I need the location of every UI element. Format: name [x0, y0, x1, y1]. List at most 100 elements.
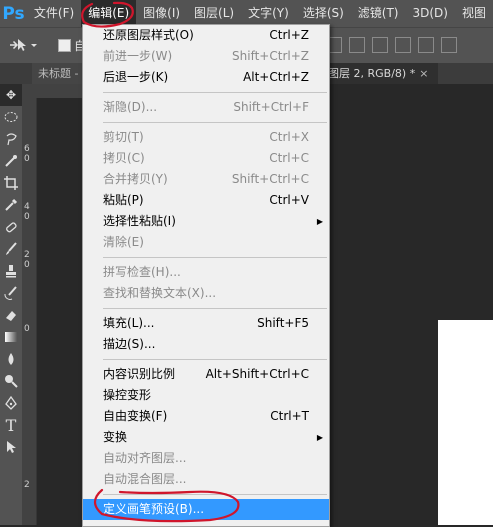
- brush-icon[interactable]: [0, 238, 22, 260]
- menu-separator: [83, 118, 329, 127]
- tab-active-document[interactable]: 图层 2, RGB/8) * ×: [326, 63, 438, 84]
- menu-item-auto-blend-layers[interactable]: 自动混合图层...: [83, 469, 329, 490]
- menu-separator: [83, 490, 329, 499]
- menu-item-fill[interactable]: 填充(L)... Shift+F5: [83, 313, 329, 334]
- align-center-icon[interactable]: [418, 37, 434, 53]
- menu-layer[interactable]: 图层(L): [187, 0, 241, 27]
- menu-item-label: 自动对齐图层...: [103, 451, 187, 465]
- menu-item-label: 自动混合图层...: [103, 472, 187, 486]
- menu-item-shortcut: Alt+Shift+Ctrl+C: [205, 367, 309, 381]
- menu-item-shortcut: Ctrl+Z: [269, 28, 309, 42]
- ruler-label: 0: [24, 324, 30, 334]
- menu-item-step-backward[interactable]: 后退一步(K) Alt+Ctrl+Z: [83, 67, 329, 88]
- menu-item-label: 剪切(T): [103, 130, 144, 144]
- marquee-icon[interactable]: [0, 106, 22, 128]
- menu-item-shortcut: Ctrl+T: [270, 409, 309, 423]
- menu-item-content-aware-scale[interactable]: 内容识别比例 Alt+Shift+Ctrl+C: [83, 364, 329, 385]
- menu-separator: [83, 253, 329, 262]
- lasso-icon[interactable]: [0, 128, 22, 150]
- gradient-icon[interactable]: [0, 326, 22, 348]
- menu-separator: [83, 304, 329, 313]
- menu-type[interactable]: 文字(Y): [241, 0, 296, 27]
- submenu-arrow-icon: ▶: [316, 217, 323, 226]
- menu-item-label: 前进一步(W): [103, 49, 173, 63]
- path-select-icon[interactable]: [0, 436, 22, 458]
- move-tool-icon[interactable]: [8, 36, 37, 54]
- ruler-label: 0: [24, 260, 30, 270]
- menu-item-shortcut: Shift+Ctrl+F: [233, 100, 309, 114]
- menu-item-shortcut: Shift+Ctrl+Z: [232, 49, 309, 63]
- document-canvas[interactable]: [438, 320, 493, 525]
- type-icon[interactable]: T: [0, 414, 22, 436]
- menu-item-auto-align-layers[interactable]: 自动对齐图层...: [83, 448, 329, 469]
- align-right-icon[interactable]: [441, 37, 457, 53]
- tab-active-label: 图层 2, RGB/8) *: [328, 67, 416, 80]
- horizontal-ruler: [36, 84, 86, 98]
- menu-item-label: 操控变形: [103, 388, 152, 402]
- menu-item-find-replace[interactable]: 查找和替换文本(X)...: [83, 283, 329, 304]
- clone-stamp-icon[interactable]: [0, 260, 22, 282]
- eyedropper-icon[interactable]: [0, 194, 22, 216]
- menu-item-shortcut: Shift+Ctrl+C: [231, 172, 309, 186]
- menu-item-copy-merged[interactable]: 合并拷贝(Y) Shift+Ctrl+C: [83, 169, 329, 190]
- submenu-arrow-icon: ▶: [316, 433, 323, 442]
- menu-filter[interactable]: 滤镜(T): [351, 0, 406, 27]
- menu-item-spell-check[interactable]: 拼写检查(H)...: [83, 262, 329, 283]
- align-icons: [326, 37, 457, 53]
- menu-item-label: 合并拷贝(Y): [103, 172, 168, 186]
- pen-icon[interactable]: [0, 392, 22, 414]
- menu-item-puppet-warp[interactable]: 操控变形: [83, 385, 329, 406]
- menu-item-stroke[interactable]: 描边(S)...: [83, 334, 329, 355]
- menu-item-define-brush-preset[interactable]: 定义画笔预设(B)...: [83, 499, 329, 520]
- healing-brush-icon[interactable]: [0, 216, 22, 238]
- menu-item-label: 自由变换(F): [103, 409, 168, 423]
- align-middle-icon[interactable]: [349, 37, 365, 53]
- menu-item-label: 描边(S)...: [103, 337, 156, 351]
- menu-item-cut[interactable]: 剪切(T) Ctrl+X: [83, 127, 329, 148]
- menu-file[interactable]: 文件(F): [27, 0, 81, 27]
- menu-item-label: 渐隐(D)...: [103, 100, 158, 114]
- menu-item-label: 定义画笔预设(B)...: [103, 502, 205, 516]
- menu-item-label: 内容识别比例: [103, 367, 176, 381]
- quick-select-icon[interactable]: [0, 150, 22, 172]
- menu-separator: [83, 355, 329, 364]
- menu-item-copy[interactable]: 拷贝(C) Ctrl+C: [83, 148, 329, 169]
- menu-edit[interactable]: 编辑(E): [81, 0, 137, 27]
- auto-select-checkbox[interactable]: [58, 39, 71, 52]
- menu-3d[interactable]: 3D(D): [406, 0, 455, 27]
- ruler-label: 6: [24, 144, 30, 154]
- menu-item-clear[interactable]: 清除(E): [83, 232, 329, 253]
- history-brush-icon[interactable]: [0, 282, 22, 304]
- ruler-label: 0: [24, 212, 30, 222]
- move-icon[interactable]: ✥: [0, 84, 22, 106]
- ruler-label: 4: [24, 202, 30, 212]
- menu-item-step-forward[interactable]: 前进一步(W) Shift+Ctrl+Z: [83, 46, 329, 67]
- eraser-icon[interactable]: [0, 304, 22, 326]
- menu-image[interactable]: 图像(I): [136, 0, 187, 27]
- menu-item-shortcut: Ctrl+V: [269, 193, 309, 207]
- menu-item-paste-special[interactable]: 选择性粘贴(I) ▶: [83, 211, 329, 232]
- menu-item-label: 拷贝(C): [103, 151, 145, 165]
- blur-icon[interactable]: [0, 348, 22, 370]
- align-bottom-icon[interactable]: [372, 37, 388, 53]
- menu-item-label: 拼写检查(H)...: [103, 265, 181, 279]
- menu-item-label: 变换: [103, 430, 128, 444]
- menu-item-label: 粘贴(P): [103, 193, 144, 207]
- menu-separator: [83, 88, 329, 97]
- tools-panel: ✥ T: [0, 84, 23, 525]
- crop-icon[interactable]: [0, 172, 22, 194]
- menu-item-paste[interactable]: 粘贴(P) Ctrl+V: [83, 190, 329, 211]
- menu-item-fade[interactable]: 渐隐(D)... Shift+Ctrl+F: [83, 97, 329, 118]
- menu-view[interactable]: 视图: [455, 0, 493, 27]
- menu-item-label: 填充(L)...: [103, 316, 155, 330]
- menu-select[interactable]: 选择(S): [296, 0, 351, 27]
- ruler-label: 2: [24, 250, 30, 260]
- menu-item-free-transform[interactable]: 自由变换(F) Ctrl+T: [83, 406, 329, 427]
- menu-item-transform[interactable]: 变换 ▶: [83, 427, 329, 448]
- dodge-icon[interactable]: [0, 370, 22, 392]
- close-icon[interactable]: ×: [419, 67, 428, 80]
- menu-item-shortcut: Ctrl+X: [269, 130, 309, 144]
- menu-item-undo-layer-style[interactable]: 还原图层样式(O) Ctrl+Z: [83, 25, 329, 46]
- align-left-icon[interactable]: [395, 37, 411, 53]
- menu-item-label: 选择性粘贴(I): [103, 214, 176, 228]
